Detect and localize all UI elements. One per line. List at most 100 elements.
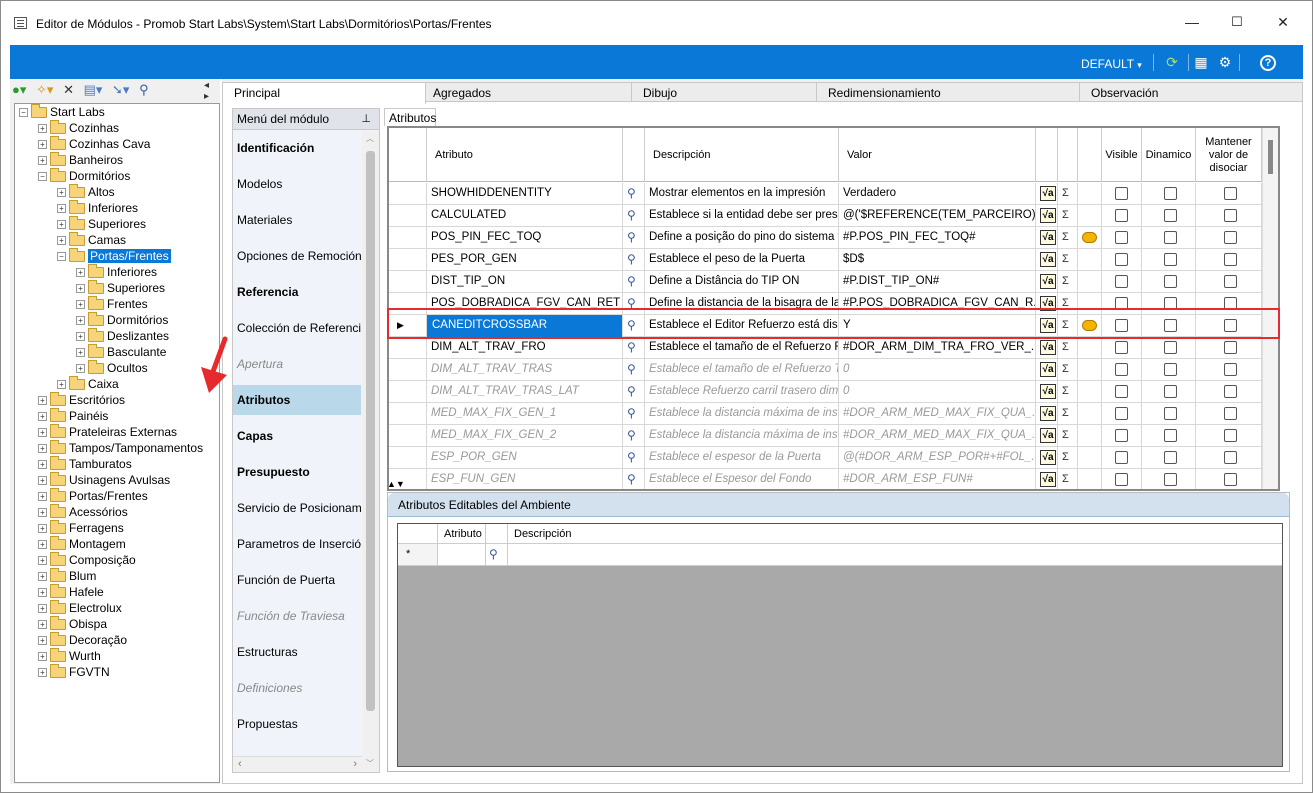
value-cell[interactable]: #P.DIST_TIP_ON# [839,271,1036,293]
tree-item[interactable]: + Frentes [76,296,148,312]
row-indicator[interactable] [389,359,427,381]
menu-item[interactable]: Estructuras [233,637,361,667]
find-icon[interactable]: ⚲ [486,544,508,565]
attribute-cell[interactable]: MED_MAX_FIX_GEN_1 [427,403,623,425]
delete-icon[interactable]: ✕ [63,82,74,98]
dinamico-checkbox[interactable] [1142,447,1196,469]
expand-icon[interactable]: + [57,188,66,198]
expand-icon[interactable]: + [76,348,85,358]
value-cell[interactable]: #DOR_ARM_ESP_FUN# [839,469,1036,489]
settings-icon[interactable]: ⚙ [1216,53,1234,71]
tree-item[interactable]: + Cozinhas Cava [38,136,150,152]
tab-agregados[interactable]: Agregados [421,82,632,102]
visible-checkbox[interactable] [1102,469,1142,489]
dinamico-checkbox[interactable] [1142,425,1196,447]
menu-scrollbar[interactable]: ︿ ﹀ [362,131,379,771]
attribute-cell[interactable]: CALCULATED [427,205,623,227]
attribute-cell[interactable]: ESP_POR_GEN [427,447,623,469]
find-icon[interactable]: ⚲ [623,183,645,205]
expand-icon[interactable]: + [38,540,47,550]
find-icon[interactable]: ⚲ [623,227,645,249]
value-cell[interactable]: 0 [839,381,1036,403]
dinamico-checkbox[interactable] [1142,205,1196,227]
close-button[interactable]: ✕ [1269,11,1297,33]
menu-item[interactable]: Función de Traviesa [233,601,361,631]
attribute-cell[interactable]: DIST_TIP_ON [427,271,623,293]
tree-item[interactable]: + Dormitórios [76,312,168,328]
formula-icon[interactable]: √a [1036,425,1058,447]
row-indicator[interactable] [389,271,427,293]
sigma-icon[interactable]: Σ [1058,249,1078,271]
menu-item[interactable]: Función de Puerta [233,565,361,595]
attribute-cell[interactable]: SHOWHIDDENENTITY [427,183,623,205]
value-cell[interactable]: #P.POS_PIN_FEC_TOQ# [839,227,1036,249]
visible-checkbox[interactable] [1102,425,1142,447]
layout-icon[interactable]: ▦ [1192,53,1210,71]
table-row[interactable]: PES_POR_GEN ⚲ Establece el peso de la Puer… [389,249,1278,271]
visible-checkbox[interactable] [1102,271,1142,293]
formula-icon[interactable]: √a [1036,249,1058,271]
dinamico-checkbox[interactable] [1142,249,1196,271]
table-row[interactable]: DIM_ALT_TRAV_FRO ⚲ Establece el tamaño de … [389,337,1278,359]
expand-icon[interactable]: + [38,524,47,534]
expand-icon[interactable]: + [57,204,66,214]
find-icon[interactable]: ⚲ [623,359,645,381]
tree-item[interactable]: + Superiores [57,216,146,232]
expand-icon[interactable]: + [38,124,47,134]
table-row[interactable]: DIM_ALT_TRAV_TRAS ⚲ Establece el tamaño de… [389,359,1278,381]
env-desc-cell[interactable] [508,544,1282,565]
expand-icon[interactable]: + [38,636,47,646]
table-row[interactable]: ESP_POR_GEN ⚲ Establece el espesor de la P… [389,447,1278,469]
visible-checkbox[interactable] [1102,359,1142,381]
expand-icon[interactable]: + [38,396,47,406]
tree-item[interactable]: − Dormitórios [38,168,130,184]
sigma-icon[interactable]: Σ [1058,447,1078,469]
expand-icon[interactable]: + [38,668,47,678]
dinamico-checkbox[interactable] [1142,359,1196,381]
find-icon[interactable]: ⚲ [139,82,149,98]
expand-icon[interactable]: + [57,380,66,390]
help-icon[interactable]: ? [1260,55,1276,71]
expand-icon[interactable]: + [76,316,85,326]
tree-item[interactable]: + Basculante [76,344,166,360]
menu-item[interactable]: Servicio de Posicionamiento [233,493,361,523]
expand-icon[interactable]: + [38,140,47,150]
env-header-atributo[interactable]: Atributo [438,524,486,543]
row-indicator[interactable] [389,337,427,359]
tree-item[interactable]: + Deslizantes [76,328,169,344]
tree-item[interactable]: + Superiores [76,280,165,296]
header-mantener[interactable]: Mantener valor de disociar [1196,128,1262,182]
mantener-checkbox[interactable] [1196,337,1262,359]
menu-item[interactable]: Identificación [233,133,361,163]
formula-icon[interactable]: √a [1036,271,1058,293]
mantener-checkbox[interactable] [1196,381,1262,403]
find-icon[interactable]: ⚲ [623,381,645,403]
tree-item[interactable]: + Acessórios [38,504,128,520]
tree-item[interactable]: + Painéis [38,408,108,424]
env-attr-cell[interactable] [438,544,486,565]
value-cell[interactable]: #DOR_ARM_DIM_TRA_FRO_VER_... [839,337,1036,359]
tree-item[interactable]: + Inferiores [76,264,157,280]
description-cell[interactable]: Establece la distancia máxima de inse... [645,403,839,425]
tree-item[interactable]: + Ferragens [38,520,124,536]
description-cell[interactable]: Establece el Espesor del Fondo [645,469,839,489]
formula-icon[interactable]: √a [1036,337,1058,359]
tree-item[interactable]: + Inferiores [57,200,138,216]
tree-item[interactable]: + Camas [57,232,126,248]
expand-icon[interactable]: + [57,236,66,246]
menu-item[interactable]: Capas [233,421,361,451]
sigma-icon[interactable]: Σ [1058,469,1078,489]
dinamico-checkbox[interactable] [1142,183,1196,205]
dinamico-checkbox[interactable] [1142,403,1196,425]
menu-item[interactable]: Colección de Referencias [233,313,361,343]
expand-icon[interactable]: + [38,412,47,422]
menu-item[interactable]: Apertura [233,349,361,379]
table-row[interactable]: POS_PIN_FEC_TOQ ⚲ Define a posição do pino… [389,227,1278,249]
formula-icon[interactable]: √a [1036,205,1058,227]
tree-item[interactable]: + Obispa [38,616,107,632]
sigma-icon[interactable]: Σ [1058,403,1078,425]
table-row[interactable]: MED_MAX_FIX_GEN_2 ⚲ Establece la distancia… [389,425,1278,447]
attribute-cell[interactable]: DIM_ALT_TRAV_TRAS [427,359,623,381]
env-header-descripcion[interactable]: Descripción [508,524,1282,543]
collapse-icon[interactable]: − [57,252,66,262]
